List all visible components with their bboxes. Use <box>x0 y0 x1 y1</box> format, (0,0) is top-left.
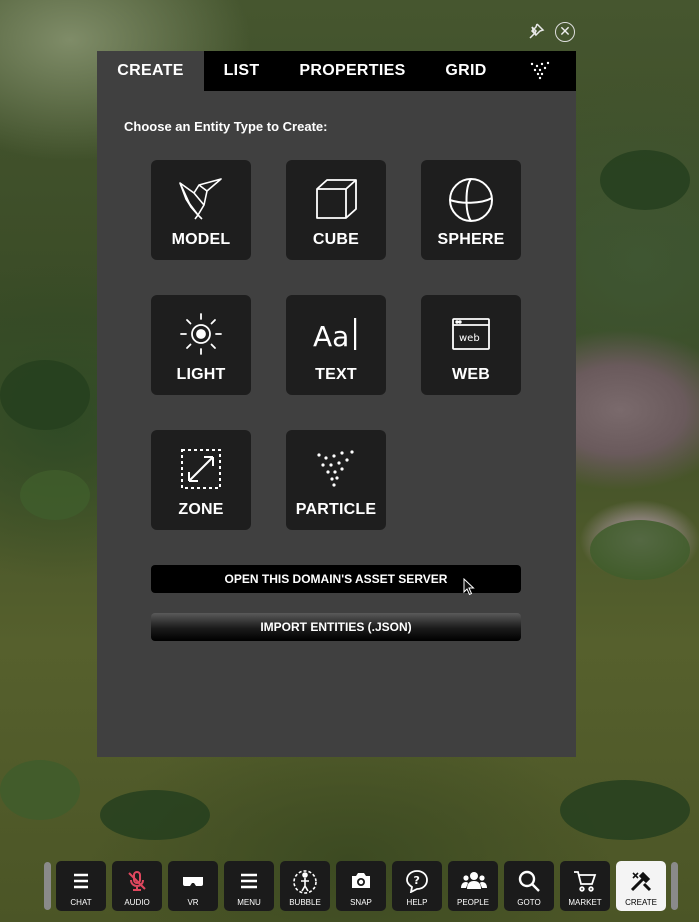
svg-text:Aa: Aa <box>313 320 349 353</box>
create-text-button[interactable]: Aa TEXT <box>286 295 386 395</box>
tab-properties[interactable]: PROPERTIES <box>279 51 426 91</box>
text-icon: Aa <box>313 318 357 353</box>
help-icon: ? <box>406 870 428 893</box>
create-tools-icon <box>630 871 652 892</box>
menu-icon <box>241 873 257 889</box>
toolbar-bubble-button[interactable]: BUBBLE <box>280 861 330 911</box>
toolbar-vr-label: VR <box>187 898 199 907</box>
create-cube-button[interactable]: CUBE <box>286 160 386 260</box>
tab-list[interactable]: LIST <box>204 51 279 91</box>
sphere-label: SPHERE <box>437 231 505 248</box>
bottom-toolbar: CHAT AUDIO VR MENU BUBBLE SNAP ? HELP PE… <box>44 858 681 914</box>
background-foliage <box>100 790 210 840</box>
toolbar-goto-button[interactable]: GOTO <box>504 861 554 911</box>
create-web-button[interactable]: web WEB <box>421 295 521 395</box>
tab-create[interactable]: CREATE <box>97 51 204 91</box>
toolbar-market-button[interactable]: MARKET <box>560 861 610 911</box>
mouse-cursor-icon <box>463 578 475 596</box>
create-panel: CREATE LIST PROPERTIES GRID Choose an En… <box>97 51 576 757</box>
toolbar-snap-button[interactable]: SNAP <box>336 861 386 911</box>
zone-icon <box>181 449 221 489</box>
bubble-icon <box>293 870 317 894</box>
toolbar-chat-button[interactable]: CHAT <box>56 861 106 911</box>
vr-headset-icon <box>183 877 203 886</box>
toolbar-people-label: PEOPLE <box>456 898 489 907</box>
create-model-button[interactable]: MODEL <box>151 160 251 260</box>
particle-icon <box>317 450 354 487</box>
cube-label: CUBE <box>312 231 360 248</box>
entity-type-prompt: Choose an Entity Type to Create: <box>124 119 328 134</box>
create-particle-button[interactable]: PARTICLE <box>286 430 386 530</box>
camera-icon <box>352 873 370 888</box>
toolbar-snap-label: SNAP <box>350 898 372 907</box>
cart-icon <box>574 871 597 892</box>
chat-icon <box>74 873 88 889</box>
svg-text:web: web <box>459 333 480 344</box>
cube-icon <box>316 179 357 219</box>
toolbar-handle-left[interactable] <box>44 862 51 910</box>
toolbar-audio-button[interactable]: AUDIO <box>112 861 162 911</box>
model-bird-icon <box>179 178 222 220</box>
toolbar-goto-label: GOTO <box>517 898 541 907</box>
light-label: LIGHT <box>176 366 226 383</box>
mic-muted-icon <box>128 871 146 891</box>
toolbar-vr-button[interactable]: VR <box>168 861 218 911</box>
tab-bar: CREATE LIST PROPERTIES GRID <box>97 51 576 91</box>
background-foliage <box>20 470 90 520</box>
svg-text:?: ? <box>414 874 420 887</box>
toolbar-menu-button[interactable]: MENU <box>224 861 274 911</box>
create-zone-button[interactable]: ZONE <box>151 430 251 530</box>
tab-grid[interactable]: GRID <box>426 51 506 91</box>
background-foliage <box>0 360 90 430</box>
people-icon <box>461 872 487 889</box>
toolbar-chat-label: CHAT <box>70 898 92 907</box>
tab-particle-explorer[interactable] <box>506 51 576 91</box>
toolbar-help-label: HELP <box>406 898 428 907</box>
light-sun-icon <box>180 313 222 355</box>
web-icon: web <box>452 318 490 350</box>
toolbar-market-label: MARKET <box>568 898 602 907</box>
close-icon[interactable]: ✕ <box>555 22 575 42</box>
particle-explorer-icon <box>530 61 550 80</box>
create-light-button[interactable]: LIGHT <box>151 295 251 395</box>
create-sphere-button[interactable]: SPHERE <box>421 160 521 260</box>
web-label: WEB <box>452 366 490 383</box>
text-label: TEXT <box>315 366 357 383</box>
toolbar-create-button[interactable]: CREATE <box>616 861 666 911</box>
toolbar-help-button[interactable]: ? HELP <box>392 861 442 911</box>
toolbar-menu-label: MENU <box>237 898 261 907</box>
particle-label: PARTICLE <box>295 501 377 518</box>
background-foliage <box>560 780 690 840</box>
sphere-icon <box>449 178 493 222</box>
model-label: MODEL <box>171 231 231 248</box>
background-foliage <box>0 760 80 820</box>
toolbar-bubble-label: BUBBLE <box>289 898 321 907</box>
zone-label: ZONE <box>178 501 224 518</box>
toolbar-audio-label: AUDIO <box>124 898 150 907</box>
background-foliage <box>590 520 690 580</box>
search-icon <box>518 870 540 892</box>
background-foliage <box>600 150 690 210</box>
toolbar-handle-right[interactable] <box>671 862 678 910</box>
toolbar-people-button[interactable]: PEOPLE <box>448 861 498 911</box>
import-entities-button[interactable]: IMPORT ENTITIES (.JSON) <box>151 613 521 641</box>
toolbar-create-label: CREATE <box>625 898 657 907</box>
pin-icon[interactable] <box>526 22 546 42</box>
